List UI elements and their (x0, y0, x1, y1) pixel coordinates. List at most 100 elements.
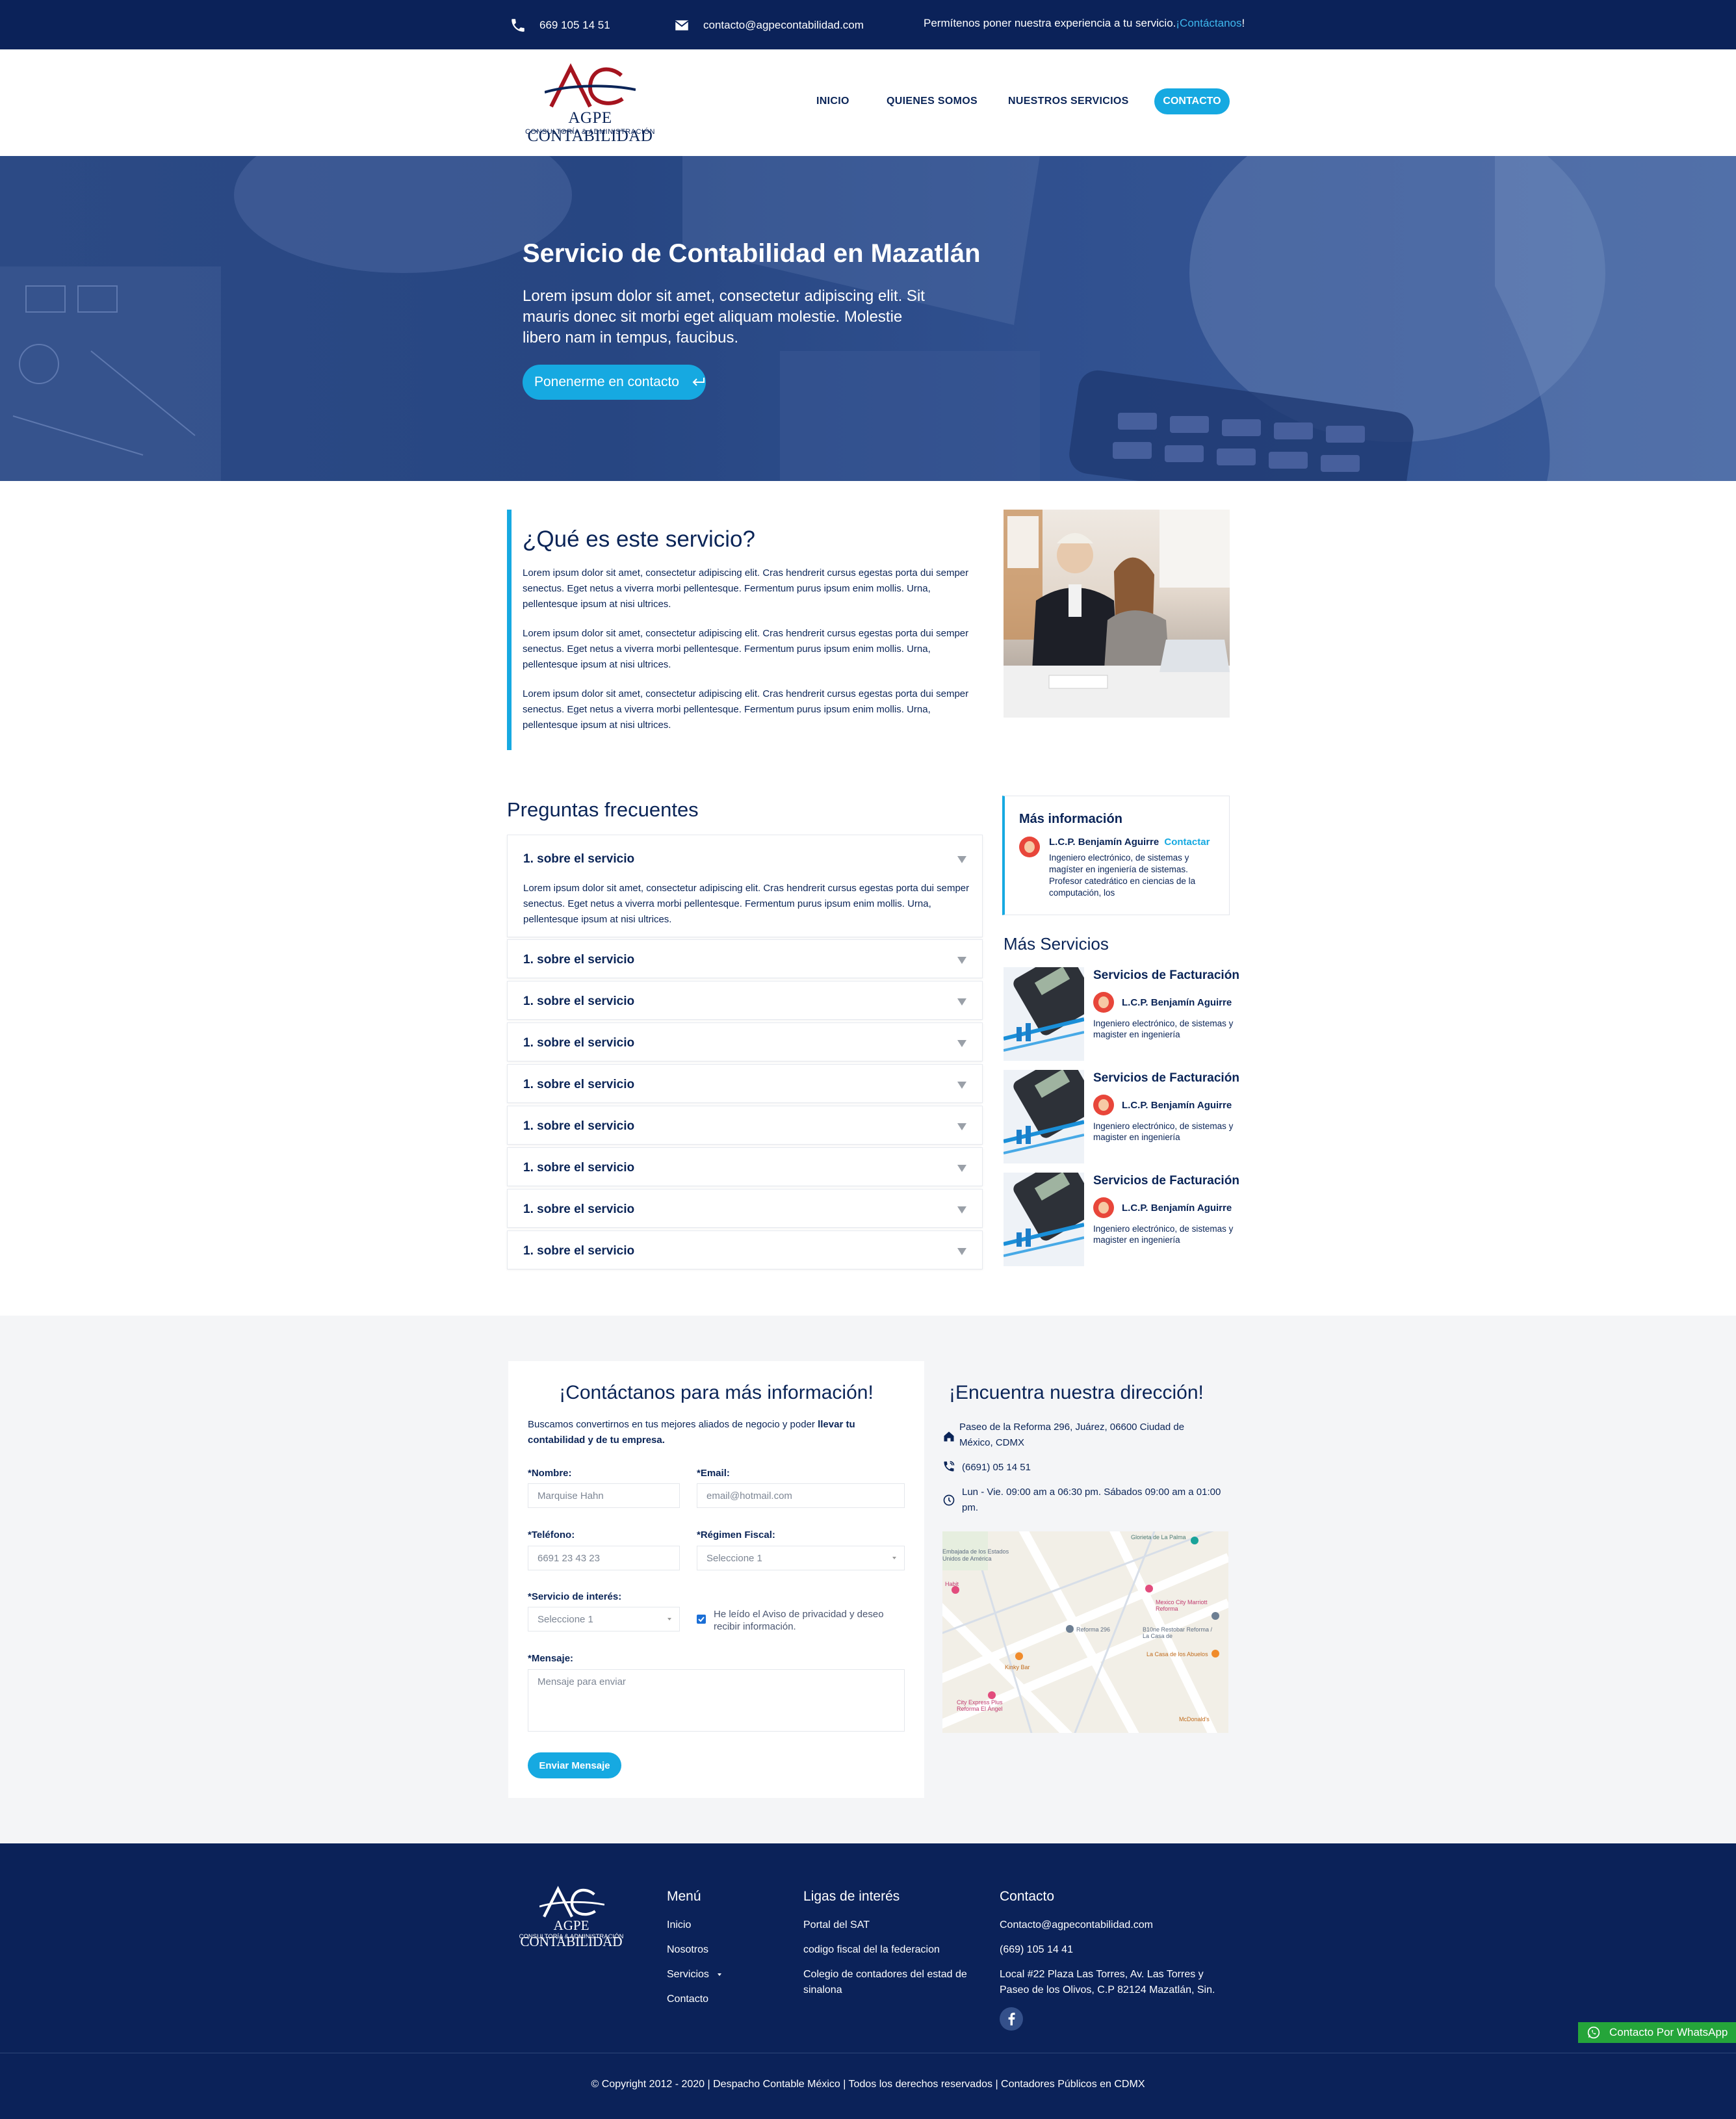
privacy-checkbox[interactable] (697, 1615, 706, 1624)
chevron-down-icon (957, 1165, 966, 1172)
footer-menu-item[interactable]: Contacto (667, 1992, 708, 2007)
phone-label: *Teléfono: (528, 1529, 575, 1540)
logo-name: AGPE CONTABILIDAD (527, 109, 653, 145)
more-info-card: Más información L.C.P. Benjamín Aguirre … (1002, 796, 1230, 915)
faq-item[interactable]: 1. sobre el servicio (507, 1064, 983, 1103)
chevron-down-icon (892, 1557, 896, 1559)
nav-contacto-button[interactable]: CONTACTO (1154, 88, 1230, 114)
footer-menu-item[interactable]: Inicio (667, 1918, 691, 1933)
footer-contact-phone[interactable]: (669) 105 14 41 (1000, 1942, 1073, 1958)
chevron-down-icon (957, 856, 966, 863)
info-person-bio: Ingeniero electrónico, de sistemas y mag… (1049, 853, 1196, 898)
send-message-button[interactable]: Enviar Mensaje (528, 1752, 621, 1778)
footer-logo-tagline: CONSULTORÍA & ADMINISTRACIÓN (519, 1933, 624, 1940)
faq-question: 1. sobre el servicio (523, 1202, 635, 1216)
faq-question: 1. sobre el servicio (523, 994, 635, 1008)
address-hours: Lun - Vie. 09:00 am a 06:30 pm. Sábados … (962, 1487, 1221, 1513)
faq-item[interactable]: 1. sobre el servicio (507, 1106, 983, 1145)
service-card-title: Servicios de Facturación (1093, 1071, 1239, 1085)
faq-question: 1. sobre el servicio (523, 852, 635, 866)
map-label: Glorieta de La Palma (1131, 1534, 1186, 1540)
whatsapp-icon (1587, 2026, 1600, 2039)
service-paragraph: Lorem ipsum dolor sit amet, consectetur … (523, 628, 969, 670)
service-card-title: Servicios de Facturación (1093, 1174, 1239, 1188)
avatar (1093, 1095, 1114, 1115)
footer-link[interactable]: codigo fiscal del la federacion (803, 1942, 940, 1958)
copyright: © Copyright 2012 - 2020 | Despacho Conta… (591, 2079, 1145, 2090)
email-label: *Email: (697, 1468, 730, 1479)
topbar-phone[interactable]: 669 105 14 51 (510, 17, 610, 34)
faq-item-open[interactable]: 1. sobre el servicio Lorem ipsum dolor s… (507, 835, 983, 937)
email-field[interactable]: email@hotmail.com (697, 1483, 905, 1508)
footer-contact-email[interactable]: Contacto@agpecontabilidad.com (1000, 1918, 1153, 1933)
message-field[interactable]: Mensaje para enviar (528, 1669, 905, 1732)
contact-intro-text: Buscamos convertirnos en tus mejores ali… (528, 1419, 818, 1430)
avatar (1093, 992, 1114, 1013)
faq-item[interactable]: 1. sobre el servicio (507, 1189, 983, 1228)
footer-logo[interactable]: AGPE CONTABILIDAD CONSULTORÍA & ADMINIST… (504, 1885, 638, 1949)
faq-item[interactable]: 1. sobre el servicio (507, 1230, 983, 1269)
service-card-title: Servicios de Facturación (1093, 968, 1239, 982)
nav-inicio[interactable]: INICIO (816, 96, 849, 107)
faq-item[interactable]: 1. sobre el servicio (507, 1022, 983, 1061)
map-label: B10ne Restobar Reforma / La Casa de (1143, 1626, 1213, 1639)
facebook-button[interactable] (1000, 2007, 1023, 2031)
chevron-down-icon (718, 1973, 721, 1976)
faq-item[interactable]: 1. sobre el servicio (507, 981, 983, 1020)
address-phone: (6691) 05 14 51 (962, 1462, 1031, 1473)
regimen-select[interactable]: Seleccione 1 (697, 1546, 905, 1570)
whatsapp-button[interactable]: Contacto Por WhatsApp (1578, 2022, 1736, 2043)
topbar-contact-link[interactable]: ¡Contáctanos (1176, 17, 1241, 30)
footer-menu-item[interactable]: Nosotros (667, 1942, 708, 1958)
nav-quienes-somos[interactable]: QUIENES SOMOS (887, 96, 978, 107)
footer-logo-mark-graphic (539, 1886, 604, 1918)
address-title: ¡Encuentra nuestra dirección! (949, 1382, 1204, 1403)
phone-icon (512, 19, 525, 32)
contact-title: ¡Contáctanos para más información! (559, 1382, 874, 1403)
logo[interactable]: AGPE CONTABILIDAD CONSULTORÍA & ADMINIST… (506, 62, 675, 145)
avatar (1019, 837, 1040, 857)
name-label: *Nombre: (528, 1468, 572, 1479)
topbar-phone-text: 669 105 14 51 (539, 19, 610, 31)
more-services-title: Más Servicios (1004, 934, 1109, 954)
topbar-email[interactable]: contacto@agpecontabilidad.com (673, 17, 864, 34)
service-thumbnail (1004, 1173, 1084, 1266)
interest-select[interactable]: Seleccione 1 (528, 1607, 680, 1632)
nav-nuestros-servicios[interactable]: NUESTROS SERVICIOS (1008, 96, 1129, 107)
chevron-down-icon (667, 1618, 671, 1620)
footer-link[interactable]: Portal del SAT (803, 1918, 870, 1933)
map-label: McDonald's (1179, 1716, 1210, 1722)
footer-links-title: Ligas de interés (803, 1889, 900, 1904)
service-card-bio: Ingeniero electrónico, de sistemas y mag… (1093, 1224, 1234, 1245)
avatar (1093, 1197, 1114, 1218)
info-contact-link[interactable]: Contactar (1164, 837, 1210, 848)
chevron-down-icon (957, 957, 966, 964)
service-paragraph: Lorem ipsum dolor sit amet, consectetur … (523, 567, 969, 610)
site-header (0, 49, 1736, 156)
faq-question: 1. sobre el servicio (523, 1244, 635, 1258)
chevron-down-icon (957, 1040, 966, 1047)
phone-field[interactable]: 6691 23 43 23 (528, 1546, 680, 1570)
service-thumbnail (1004, 967, 1084, 1061)
hero-contact-button-label: Ponenerme en contacto (534, 374, 679, 389)
more-info-title: Más información (1019, 812, 1122, 826)
info-person-row: L.C.P. Benjamín Aguirre Contactar (1049, 837, 1210, 848)
faq-question: 1. sobre el servicio (523, 953, 635, 967)
topbar-email-text: contacto@agpecontabilidad.com (703, 19, 864, 31)
top-bar: 669 105 14 51 contacto@agpecontabilidad.… (0, 0, 1736, 49)
footer-menu-item[interactable]: Servicios (667, 1967, 709, 1982)
map-label: City Express Plus Reforma El Ángel (957, 1699, 1003, 1712)
service-card-person: L.C.P. Benjamín Aguirre (1122, 1100, 1232, 1111)
map-label: La Casa de los Abuelos (1147, 1651, 1208, 1658)
message-label: *Mensaje: (528, 1653, 574, 1664)
map-label: Embajada de los Estados Unidos de Améric… (942, 1548, 1009, 1562)
hero-contact-button[interactable]: Ponenerme en contacto (523, 365, 706, 400)
phone-call-icon (944, 1461, 955, 1472)
chevron-down-icon (957, 1123, 966, 1130)
location-map[interactable]: Glorieta de La Palma Embajada de los Est… (942, 1531, 1228, 1733)
contact-intro: Buscamos convertirnos en tus mejores ali… (528, 1417, 892, 1448)
footer-link[interactable]: Colegio de contadores del estad de sinal… (803, 1967, 979, 1998)
faq-item[interactable]: 1. sobre el servicio (507, 1147, 983, 1186)
name-field[interactable]: Marquise Hahn (528, 1483, 680, 1508)
faq-item[interactable]: 1. sobre el servicio (507, 939, 983, 978)
